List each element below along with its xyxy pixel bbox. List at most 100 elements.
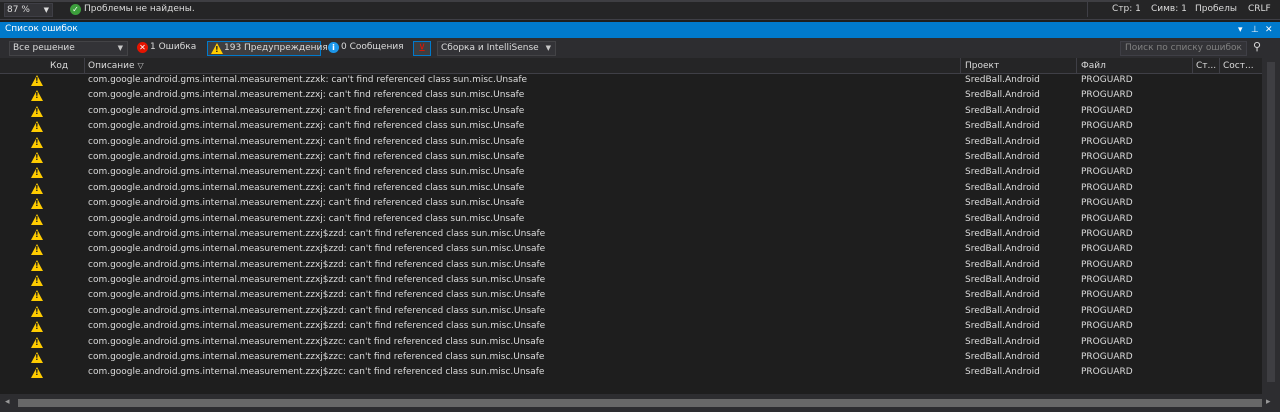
row-file: PROGUARD	[1081, 352, 1133, 363]
horizontal-scrollbar[interactable]: ◂ ▸	[0, 394, 1280, 412]
row-file: PROGUARD	[1081, 336, 1133, 347]
warning-icon	[31, 167, 43, 179]
row-description: com.google.android.gms.internal.measurem…	[88, 305, 546, 316]
filter-icon[interactable]: ⊻	[413, 41, 431, 56]
row-file: PROGUARD	[1081, 75, 1133, 85]
column-description-label: Описание	[88, 61, 135, 71]
row-file: PROGUARD	[1081, 105, 1133, 116]
table-row[interactable]: com.google.android.gms.internal.measurem…	[0, 119, 1262, 134]
warning-icon	[31, 213, 43, 225]
row-description: com.google.android.gms.internal.measurem…	[88, 228, 546, 239]
row-description: com.google.android.gms.internal.measurem…	[88, 290, 546, 301]
editor-horizontal-scrollbar[interactable]	[0, 0, 1130, 2]
grid-header: Код Описание ▽ Проект Файл Ст... Сост...	[0, 58, 1262, 74]
status-whitespace[interactable]: Пробелы	[1195, 4, 1237, 14]
row-file: PROGUARD	[1081, 213, 1133, 224]
status-message[interactable]: Проблемы не найдены.	[84, 4, 195, 14]
vertical-scrollbar[interactable]	[1262, 58, 1280, 394]
row-project: SredBall.Android	[965, 259, 1040, 270]
table-row[interactable]: com.google.android.gms.internal.measurem…	[0, 258, 1262, 273]
table-row[interactable]: com.google.android.gms.internal.measurem…	[0, 73, 1262, 88]
search-placeholder: Поиск по списку ошибок	[1125, 43, 1242, 53]
table-row[interactable]: com.google.android.gms.internal.measurem…	[0, 181, 1262, 196]
row-project: SredBall.Android	[965, 213, 1040, 224]
scope-dropdown[interactable]: Все решение ▼	[9, 41, 128, 56]
warning-icon	[31, 305, 43, 317]
row-project: SredBall.Android	[965, 336, 1040, 347]
status-divider	[1087, 2, 1088, 17]
search-icon[interactable]: ⚲	[1253, 40, 1261, 53]
table-row[interactable]: com.google.android.gms.internal.measurem…	[0, 273, 1262, 288]
error-icon: ✕	[137, 42, 148, 53]
row-file: PROGUARD	[1081, 151, 1133, 162]
table-row[interactable]: com.google.android.gms.internal.measurem…	[0, 319, 1262, 334]
row-file: PROGUARD	[1081, 290, 1133, 301]
chevron-down-icon: ▼	[545, 44, 551, 52]
warning-icon	[31, 75, 43, 86]
chevron-down-icon: ▼	[117, 44, 123, 52]
vertical-scrollbar-thumb[interactable]	[1267, 62, 1275, 382]
close-icon[interactable]: ✕	[1265, 23, 1273, 37]
row-description: com.google.android.gms.internal.measurem…	[88, 105, 525, 116]
warnings-filter-button[interactable]: 193 Предупреждения	[207, 41, 328, 56]
warning-icon	[31, 198, 43, 210]
row-description: com.google.android.gms.internal.measurem…	[88, 198, 525, 209]
row-description: com.google.android.gms.internal.measurem…	[88, 136, 525, 147]
column-file[interactable]: Файл	[1077, 58, 1192, 74]
build-filter-dropdown[interactable]: Сборка и IntelliSense ▼	[437, 41, 556, 56]
grid-rows: com.google.android.gms.internal.measurem…	[0, 73, 1262, 381]
table-row[interactable]: com.google.android.gms.internal.measurem…	[0, 288, 1262, 303]
warning-icon	[31, 105, 43, 117]
row-description: com.google.android.gms.internal.measurem…	[88, 151, 525, 162]
column-description[interactable]: Описание ▽	[84, 58, 960, 74]
row-file: PROGUARD	[1081, 182, 1133, 193]
column-project[interactable]: Проект	[961, 58, 1076, 74]
messages-filter-label: 0 Сообщения	[341, 42, 404, 52]
table-row[interactable]: com.google.android.gms.internal.measurem…	[0, 150, 1262, 165]
row-description: com.google.android.gms.internal.measurem…	[88, 167, 525, 178]
warning-icon	[31, 182, 43, 194]
row-file: PROGUARD	[1081, 367, 1133, 378]
row-project: SredBall.Android	[965, 321, 1040, 332]
errors-filter-button[interactable]: ✕ 1 Ошибка	[134, 41, 201, 56]
table-row[interactable]: com.google.android.gms.internal.measurem…	[0, 365, 1262, 380]
horizontal-scrollbar-thumb[interactable]	[18, 399, 1262, 407]
table-row[interactable]: com.google.android.gms.internal.measurem…	[0, 212, 1262, 227]
table-row[interactable]: com.google.android.gms.internal.measurem…	[0, 165, 1262, 180]
scroll-right-icon[interactable]: ▸	[1266, 397, 1271, 407]
column-line[interactable]: Ст...	[1192, 58, 1219, 74]
row-project: SredBall.Android	[965, 244, 1040, 255]
status-line-endings[interactable]: CRLF	[1248, 4, 1271, 14]
column-code[interactable]: Код	[46, 58, 84, 74]
status-column[interactable]: Симв: 1	[1151, 4, 1187, 14]
row-project: SredBall.Android	[965, 75, 1040, 85]
panel-title-bar: Список ошибок ▾ ⊥ ✕	[0, 22, 1280, 38]
scroll-left-icon[interactable]: ◂	[5, 397, 10, 407]
table-row[interactable]: com.google.android.gms.internal.measurem…	[0, 335, 1262, 350]
row-file: PROGUARD	[1081, 167, 1133, 178]
row-description: com.google.android.gms.internal.measurem…	[88, 259, 546, 270]
status-line[interactable]: Стр: 1	[1112, 4, 1141, 14]
column-state[interactable]: Сост...	[1219, 58, 1262, 74]
warning-icon	[31, 90, 43, 102]
table-row[interactable]: com.google.android.gms.internal.measurem…	[0, 196, 1262, 211]
table-row[interactable]: com.google.android.gms.internal.measurem…	[0, 350, 1262, 365]
table-row[interactable]: com.google.android.gms.internal.measurem…	[0, 88, 1262, 103]
messages-filter-button[interactable]: i 0 Сообщения	[325, 41, 408, 56]
table-row[interactable]: com.google.android.gms.internal.measurem…	[0, 104, 1262, 119]
search-input[interactable]: Поиск по списку ошибок	[1120, 41, 1247, 56]
window-position-icon[interactable]: ▾	[1238, 23, 1243, 37]
pin-icon[interactable]: ⊥	[1251, 23, 1259, 37]
table-row[interactable]: com.google.android.gms.internal.measurem…	[0, 135, 1262, 150]
warnings-filter-label: 193 Предупреждения	[224, 43, 328, 53]
chevron-down-icon: ▼	[43, 6, 49, 14]
status-bar: 87 % ▼ ✓ Проблемы не найдены. Стр: 1 Сим…	[0, 0, 1280, 20]
warning-icon	[31, 136, 43, 148]
table-row[interactable]: com.google.android.gms.internal.measurem…	[0, 304, 1262, 319]
build-filter-value: Сборка и IntelliSense	[441, 43, 539, 53]
warning-icon	[31, 259, 43, 271]
table-row[interactable]: com.google.android.gms.internal.measurem…	[0, 242, 1262, 257]
table-row[interactable]: com.google.android.gms.internal.measurem…	[0, 227, 1262, 242]
zoom-dropdown[interactable]: 87 % ▼	[4, 3, 53, 17]
row-description: com.google.android.gms.internal.measurem…	[88, 321, 546, 332]
